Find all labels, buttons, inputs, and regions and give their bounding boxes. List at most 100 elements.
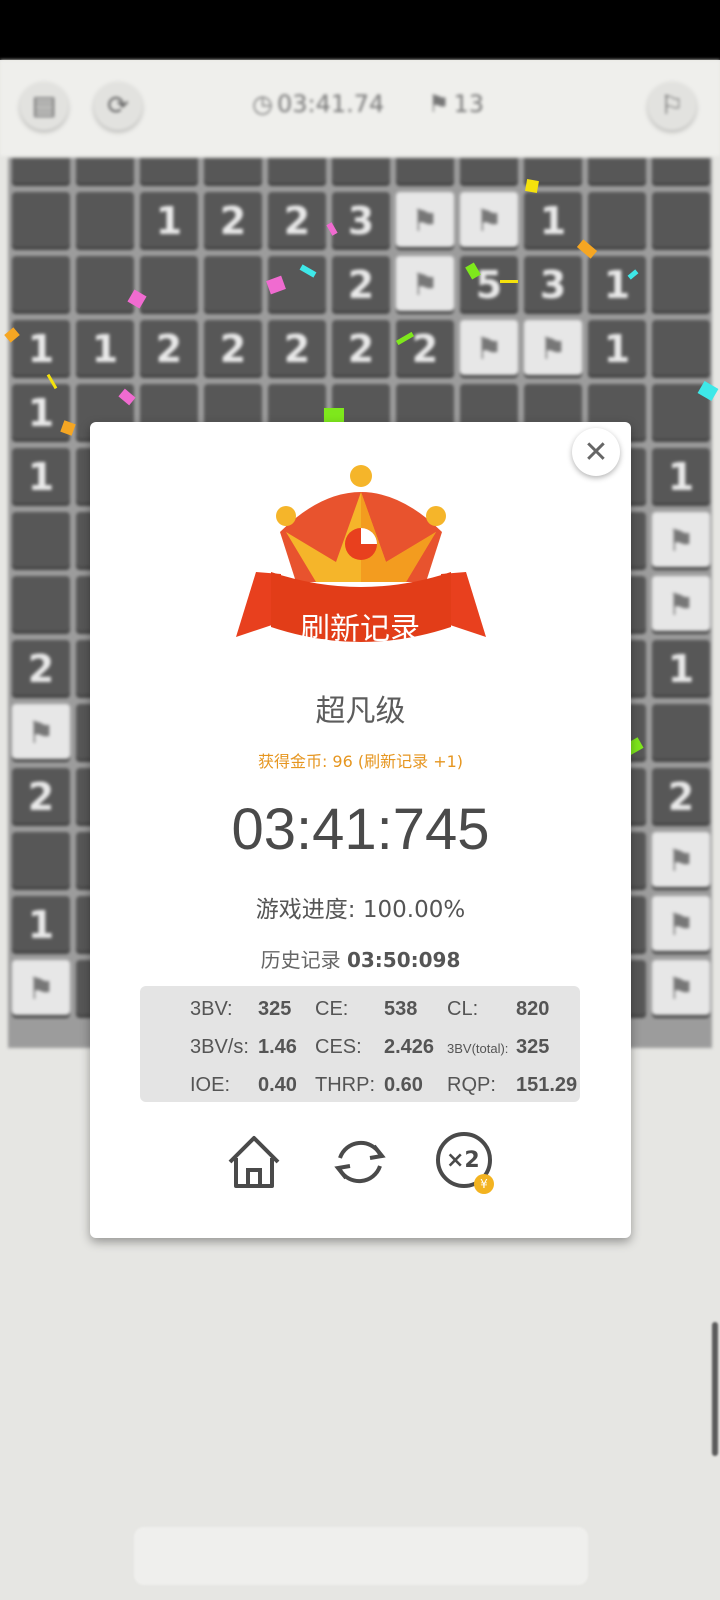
double-reward-button[interactable]: ×2 ¥ [434, 1130, 498, 1194]
board-cell[interactable]: ⚑ [652, 960, 710, 1018]
board-cell[interactable]: 1 [524, 192, 582, 250]
board-cell[interactable]: 1 [12, 320, 70, 378]
home-icon [228, 1136, 280, 1188]
board-cell[interactable]: 2 [268, 192, 326, 250]
board-cell[interactable]: ⚑ [396, 256, 454, 314]
board-cell[interactable]: 3 [524, 256, 582, 314]
board-cell[interactable]: ⚑ [652, 832, 710, 890]
flag-icon: ⚑ [428, 90, 450, 118]
best-record: 历史记录 03:50:098 [90, 944, 631, 973]
board-cell[interactable] [652, 192, 710, 250]
board-cell[interactable] [12, 158, 70, 186]
board-cell[interactable]: 1 [12, 896, 70, 954]
stat-value-ce: 538 [384, 998, 418, 1020]
board-cell[interactable] [76, 256, 134, 314]
board-cell[interactable] [332, 158, 390, 186]
flag-outline-icon: ⚐ [660, 91, 684, 121]
flag-count: 13 [453, 90, 485, 118]
board-cell[interactable]: 3 [332, 192, 390, 250]
confetti-piece [324, 408, 344, 422]
board-cell[interactable]: ⚑ [12, 960, 70, 1018]
board-cell[interactable]: 1 [140, 192, 198, 250]
board-cell[interactable]: 1 [12, 384, 70, 442]
menu-button[interactable]: ▤ [20, 82, 68, 130]
board-cell[interactable]: 1 [76, 320, 134, 378]
stat-value-ces: 2.426 [384, 1036, 435, 1058]
board-cell[interactable] [140, 256, 198, 314]
board-cell[interactable] [204, 158, 262, 186]
close-button[interactable]: ✕ [572, 428, 620, 476]
board-cell[interactable]: ⚑ [652, 512, 710, 570]
document-icon: ▤ [31, 91, 57, 121]
board-cell[interactable]: 2 [204, 320, 262, 378]
board-cell[interactable] [652, 704, 710, 762]
board-cell[interactable] [652, 256, 710, 314]
confetti-piece [500, 280, 518, 283]
stat-value-3bvs: 1.46 [258, 1036, 297, 1058]
finish-time: 03:41:745 [231, 797, 490, 862]
board-cell[interactable] [76, 158, 134, 186]
board-cell[interactable]: ⚑ [524, 320, 582, 378]
board-cell[interactable] [396, 158, 454, 186]
status-bar [0, 0, 720, 60]
scroll-indicator [712, 1322, 718, 1456]
coin-icon: ¥ [474, 1174, 494, 1194]
board-cell[interactable] [12, 256, 70, 314]
board-cell[interactable] [76, 192, 134, 250]
board-cell[interactable] [12, 512, 70, 570]
stat-value-cl: 820 [516, 998, 550, 1020]
board-cell[interactable]: 2 [204, 192, 262, 250]
board-cell[interactable]: 2 [652, 768, 710, 826]
flag-mode-button[interactable]: ⚐ [648, 82, 696, 130]
board-cell[interactable]: ⚑ [652, 896, 710, 954]
stats-panel: 3BV: 325 CE: 538 CL: 820 3BV/s: 1.46 CES… [140, 986, 580, 1102]
stat-label-cl: CL: [447, 998, 479, 1020]
stat-label-ioe: IOE: [190, 1074, 231, 1096]
board-cell[interactable]: ⚑ [460, 192, 518, 250]
restart-button[interactable]: ⟳ [94, 82, 142, 130]
board-cell[interactable]: 1 [652, 640, 710, 698]
stat-label-3bvs: 3BV/s: [190, 1036, 249, 1058]
record-banner-text: 刷新记录 [300, 612, 420, 647]
board-cell[interactable]: 2 [12, 768, 70, 826]
close-icon: ✕ [583, 434, 609, 470]
refresh-icon: ⟳ [107, 91, 129, 121]
difficulty-level: 超凡级 [315, 694, 406, 729]
board-cell[interactable]: ⚑ [396, 192, 454, 250]
board-cell[interactable] [460, 158, 518, 186]
board-cell[interactable] [12, 192, 70, 250]
board-cell[interactable] [588, 158, 646, 186]
board-cell[interactable] [268, 158, 326, 186]
board-cell[interactable]: 1 [588, 256, 646, 314]
board-cell[interactable]: 2 [396, 320, 454, 378]
board-cell[interactable]: 2 [12, 640, 70, 698]
history-label: 历史记录 [260, 948, 341, 972]
game-progress: 游戏进度: 100.00% [255, 897, 466, 923]
board-cell[interactable] [12, 832, 70, 890]
replay-button[interactable] [328, 1130, 392, 1194]
board-cell[interactable]: 2 [268, 320, 326, 378]
stat-value-rqp: 151.29 [516, 1074, 578, 1096]
board-cell[interactable]: 2 [332, 256, 390, 314]
board-cell[interactable] [588, 192, 646, 250]
board-cell[interactable] [204, 256, 262, 314]
board-cell[interactable] [652, 320, 710, 378]
stat-value-ioe: 0.40 [258, 1074, 297, 1096]
board-cell[interactable]: 1 [588, 320, 646, 378]
board-cell[interactable]: 1 [12, 448, 70, 506]
game-toolbar: ▤ ⟳ ◷ 03:41.74 ⚑ 13 ⚐ [0, 60, 720, 156]
board-cell[interactable]: 2 [140, 320, 198, 378]
board-cell[interactable]: ⚑ [460, 320, 518, 378]
board-cell[interactable] [140, 158, 198, 186]
confetti-piece [525, 179, 539, 193]
home-button[interactable] [222, 1130, 286, 1194]
board-cell[interactable]: 1 [652, 448, 710, 506]
timer-value: 03:41.74 [276, 90, 385, 118]
stat-value-3bv: 325 [258, 998, 292, 1020]
flag-counter: ⚑ 13 [428, 90, 484, 118]
board-cell[interactable]: 2 [332, 320, 390, 378]
stat-label-thrp: THRP: [315, 1074, 375, 1096]
board-cell[interactable]: ⚑ [12, 704, 70, 762]
board-cell[interactable] [652, 158, 710, 186]
stat-label-rqp: RQP: [447, 1074, 496, 1096]
